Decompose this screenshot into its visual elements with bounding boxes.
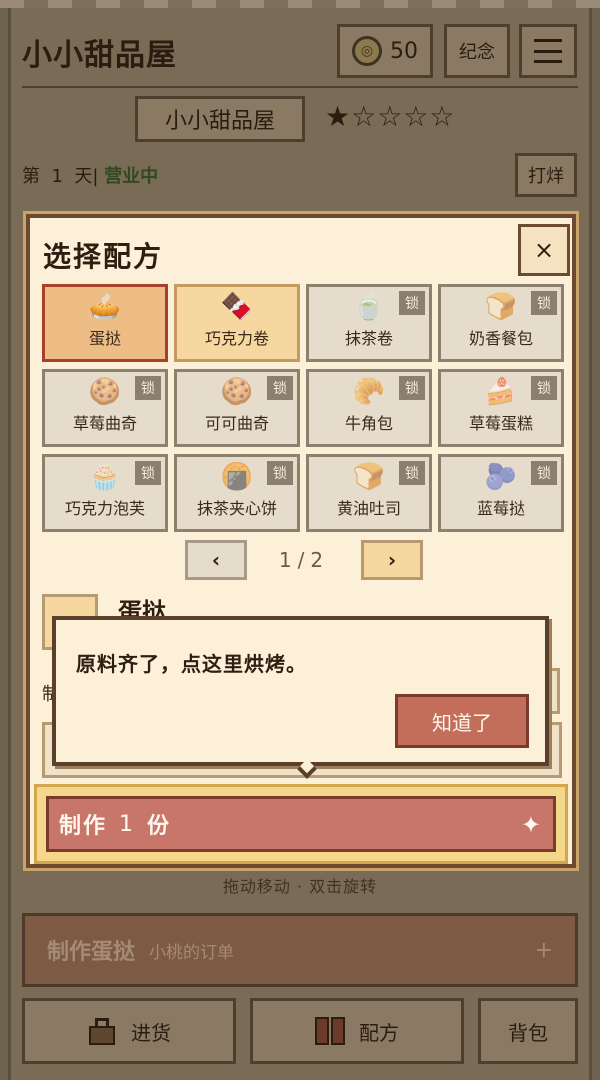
app-title: 小小甜品屋	[22, 38, 177, 73]
day-prefix: 第	[22, 166, 40, 187]
make-button[interactable]: 制作 1 份 ✦	[46, 796, 556, 852]
recipe-name: 牛角包	[344, 414, 393, 433]
tooltip-text: 原料齐了，点这里烘烤。	[76, 652, 307, 676]
got-it-button[interactable]: 知道了	[395, 694, 529, 748]
make-label: 制作	[59, 814, 108, 839]
shopping-bag-icon	[87, 1016, 117, 1046]
recipe-card[interactable]: 🥐 牛角包锁	[306, 369, 432, 447]
coin-counter[interactable]: ◎ 50	[337, 24, 433, 78]
recipe-card[interactable]: 🧁 巧克力泡芙 锁	[42, 454, 168, 532]
top-stripe	[0, 0, 600, 8]
blueberry-tart-icon: 🫐	[484, 462, 518, 492]
lock-badge: 锁	[267, 461, 293, 485]
sparkle-icon: ✦	[520, 811, 543, 839]
lock-badge: 锁	[399, 461, 425, 485]
lock-badge: 锁	[531, 291, 557, 315]
milk-bun-icon: 🍞	[484, 292, 518, 322]
shop-name: 小小甜品屋	[135, 96, 305, 142]
order-bar[interactable]: 制作蛋挞 小桃的订单 +	[22, 913, 578, 987]
recipe-card[interactable]: 🍪 可可曲奇 锁	[174, 369, 300, 447]
recipe-name: 草莓蛋糕	[468, 414, 533, 433]
butter-toast-icon: 🍞	[352, 462, 386, 492]
close-shop-button[interactable]: 打烊	[515, 153, 577, 197]
coin-count: 50	[390, 38, 418, 64]
matcha-roll-icon: 🍵	[352, 292, 386, 322]
menu-icon	[534, 39, 562, 63]
stock-button[interactable]: 进货	[22, 998, 236, 1064]
recipe-card[interactable]: 🫐 蓝莓挞锁	[438, 454, 564, 532]
header-divider	[22, 86, 578, 88]
strawberry-cookie-icon: 🍪	[88, 377, 122, 407]
recipe-book-icon	[315, 1017, 345, 1045]
coin-icon: ◎	[352, 36, 382, 66]
shop-rating: ★☆☆☆☆	[325, 100, 456, 133]
lock-badge: 锁	[531, 376, 557, 400]
recipe-name: 巧克力泡芙	[64, 499, 145, 518]
close-icon[interactable]: ×	[518, 224, 570, 276]
lock-badge: 锁	[135, 376, 161, 400]
recipe-name: 抹茶卷	[344, 329, 393, 348]
lock-badge: 锁	[399, 376, 425, 400]
recipe-name: 黄油吐司	[336, 499, 401, 518]
make-unit: 份	[147, 814, 172, 839]
recipe-name: 草莓曲奇	[72, 414, 137, 433]
day-suffix: 天	[74, 166, 93, 187]
chocolate-roll-icon: 🍫	[220, 292, 254, 322]
recipes-button[interactable]: 配方	[250, 998, 464, 1064]
prev-page-button[interactable]: ‹	[185, 540, 247, 580]
order-title: 制作蛋挞	[47, 940, 136, 965]
tutorial-tooltip: 原料齐了，点这里烘烤。 知道了	[52, 616, 549, 779]
recipe-grid: 🥧 蛋挞 🍫 巧克力卷 🍵 抹茶卷锁 🍞 奶香餐包锁 🍪 草莓曲奇锁 🍪 可可曲奇锁 🥐 牛角包锁 🍰 草莓蛋…	[42, 284, 564, 532]
next-page-button[interactable]: ›	[361, 540, 423, 580]
recipe-card[interactable]: 🍪 草莓曲奇 锁	[42, 369, 168, 447]
pager: ‹ 1/2 ›	[185, 540, 425, 580]
recipe-card[interactable]: 🍫 巧克力卷	[174, 284, 300, 362]
lock-badge: 锁	[135, 461, 161, 485]
recipe-card[interactable]: 🍰 草莓蛋糕 锁	[438, 369, 564, 447]
page-indicator: 1/2	[247, 548, 361, 572]
lock-badge: 锁	[531, 461, 557, 485]
recipe-name: 巧克力卷	[204, 329, 269, 348]
recipe-card[interactable]: 🍵 抹茶卷锁	[306, 284, 432, 362]
recipes-label: 配方	[359, 1020, 399, 1045]
day-number: 1	[51, 166, 63, 187]
page-current: 1	[278, 548, 298, 572]
matcha-sandwich-icon: 🍘	[220, 462, 254, 492]
souvenir-button[interactable]: 纪念	[444, 24, 510, 78]
recipe-name: 抹茶夹心饼	[196, 499, 277, 518]
recipe-card[interactable]: 🍞 黄油吐司 锁	[306, 454, 432, 532]
recipe-card[interactable]: 🍞 奶香餐包 锁	[438, 284, 564, 362]
open-status: 营业中	[104, 166, 159, 187]
menu-button[interactable]	[519, 24, 577, 78]
croissant-icon: 🥐	[352, 377, 386, 407]
recipe-name: 奶香餐包	[468, 329, 533, 348]
plus-icon: +	[534, 938, 553, 963]
egg-tart-icon: 🥧	[88, 292, 122, 322]
recipe-name: 蓝莓挞	[476, 499, 525, 518]
bag-button[interactable]: 背包	[478, 998, 578, 1064]
stock-label: 进货	[131, 1020, 171, 1045]
make-qty: 1	[119, 811, 136, 837]
order-customer: 小桃的订单	[149, 942, 235, 963]
lock-badge: 锁	[267, 376, 293, 400]
recipe-card[interactable]: 🍘 抹茶夹心饼 锁	[174, 454, 300, 532]
recipe-name: 蛋挞	[88, 329, 121, 348]
page-total: 2	[310, 548, 330, 572]
modal-title: 选择配方	[43, 240, 164, 273]
page-separator: /	[297, 548, 311, 572]
recipe-card[interactable]: 🥧 蛋挞	[42, 284, 168, 362]
strawberry-cake-icon: 🍰	[484, 377, 518, 407]
cocoa-cookie-icon: 🍪	[220, 377, 254, 407]
chocolate-puff-icon: 🧁	[88, 462, 122, 492]
drag-hint: 拖动移动 · 双击旋转	[222, 877, 378, 896]
day-status: 第 1 天| 营业中	[22, 166, 159, 187]
make-highlight: 制作 1 份 ✦	[34, 784, 568, 864]
lock-badge: 锁	[399, 291, 425, 315]
recipe-name: 可可曲奇	[204, 414, 269, 433]
